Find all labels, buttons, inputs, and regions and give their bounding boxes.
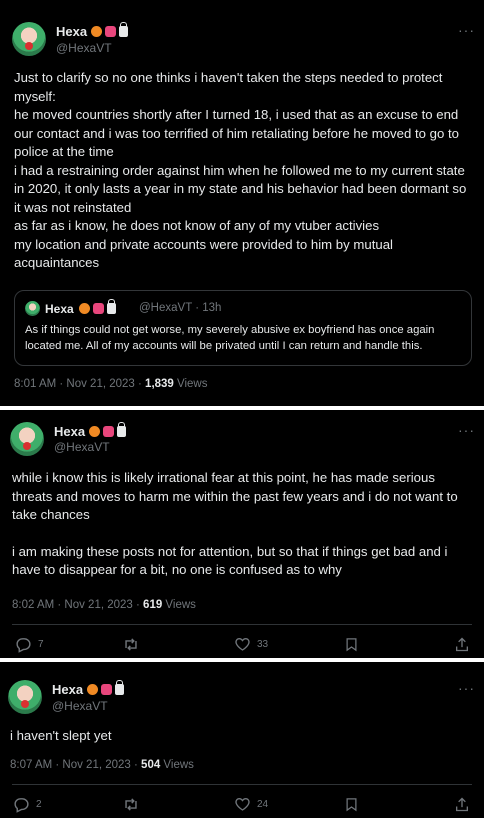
action-bar: 7 33 (0, 636, 484, 656)
like-count: 33 (257, 638, 269, 650)
lollipop-badge-icon (89, 425, 100, 437)
like-count: 24 (257, 798, 269, 810)
lollipop-badge-icon (91, 25, 102, 37)
tweet-line: as far as i know, he does not know of an… (14, 218, 380, 233)
retweet-icon (125, 638, 137, 651)
share-button[interactable] (454, 796, 470, 813)
views-label: Views (173, 378, 208, 390)
lock-icon (115, 679, 124, 695)
more-options-icon[interactable]: ··· (458, 422, 475, 438)
share-button[interactable] (454, 636, 470, 653)
lock-icon (117, 421, 126, 437)
lollipop-badge-icon (79, 303, 90, 314)
divider (12, 624, 472, 625)
tweet-text: Just to clarify so no one thinks i haven… (14, 69, 476, 273)
view-count: 1,839 (145, 378, 174, 390)
reply-button[interactable]: 7 (15, 636, 44, 653)
views-label: Views (160, 759, 194, 771)
tweet-line: my location and private accounts were pr… (14, 236, 393, 271)
lock-icon (119, 21, 128, 37)
author-name[interactable]: Hexa (56, 24, 87, 39)
lollipop-badge-icon (87, 683, 98, 695)
quoted-author-name: Hexa (45, 302, 74, 316)
tweet-line: he moved countries shortly after I turne… (14, 107, 459, 159)
bookmark-icon (346, 638, 357, 652)
profile-badges (87, 679, 124, 695)
action-bar: 2 24 (0, 796, 484, 816)
tweet-line: i had a restraining order against him wh… (14, 162, 467, 215)
like-button[interactable]: 33 (234, 636, 268, 652)
quoted-tweet[interactable]: Hexa @HexaVT · 13h As if things could no… (14, 290, 472, 366)
view-count: 504 (141, 759, 161, 771)
tweet-card[interactable]: Hexa @HexaVT ··· i haven't slept yet 8:0… (0, 662, 484, 818)
bookmark-button[interactable] (344, 796, 359, 813)
reply-button[interactable]: 2 (13, 796, 42, 813)
tweet-meta: 8:07 AM · Nov 21, 2023 · 504 Views (10, 759, 194, 771)
view-count: 619 (143, 599, 163, 611)
reply-icon (16, 638, 31, 653)
share-icon (456, 637, 468, 652)
quoted-avatar (25, 301, 40, 316)
like-button[interactable]: 24 (234, 796, 268, 812)
retweet-icon (125, 798, 137, 811)
retweet-button[interactable] (122, 636, 140, 653)
author-handle[interactable]: @HexaVT (56, 41, 112, 55)
share-icon (456, 797, 468, 812)
quoted-text: As if things could not get worse, my sev… (25, 324, 435, 352)
reply-count: 7 (38, 639, 44, 650)
tweet-text: i haven't slept yet (10, 727, 472, 746)
reply-icon (14, 798, 29, 813)
candy-badge-icon (101, 683, 112, 695)
profile-badges (89, 421, 126, 437)
bookmark-button[interactable] (344, 636, 359, 653)
more-options-icon[interactable]: ··· (458, 22, 475, 38)
heart-icon (235, 797, 250, 811)
timestamp[interactable]: 8:02 AM · Nov 21, 2023 · (12, 599, 143, 611)
quoted-handle-time: @HexaVT · 13h (139, 302, 222, 314)
more-options-icon[interactable]: ··· (458, 680, 475, 696)
tweet-card[interactable]: Hexa @HexaVT ··· Just to clarify so no o… (0, 0, 484, 406)
divider (12, 784, 472, 785)
tweet-paragraph: i am making these posts not for attentio… (12, 543, 448, 578)
lock-icon (107, 299, 116, 314)
tweet-meta: 8:02 AM · Nov 21, 2023 · 619 Views (12, 599, 196, 611)
tweet-card[interactable]: Hexa @HexaVT ··· while i know this is li… (0, 410, 484, 658)
author-handle[interactable]: @HexaVT (54, 440, 110, 454)
candy-badge-icon (93, 303, 104, 314)
tweet-paragraph: while i know this is likely irrational f… (12, 470, 458, 522)
tweet-line: Just to clarify so no one thinks i haven… (14, 70, 443, 104)
author-handle[interactable]: @HexaVT (52, 699, 108, 713)
timestamp[interactable]: 8:01 AM · Nov 21, 2023 · (14, 378, 145, 390)
views-label: Views (162, 599, 196, 611)
timestamp[interactable]: 8:07 AM · Nov 21, 2023 · (10, 759, 141, 771)
tweet-meta: 8:01 AM · Nov 21, 2023 · 1,839 Views (14, 378, 208, 390)
heart-icon (235, 637, 250, 651)
retweet-button[interactable] (122, 796, 140, 813)
avatar[interactable] (8, 680, 42, 714)
tweet-text: while i know this is likely irrational f… (12, 469, 474, 580)
candy-badge-icon (105, 25, 116, 37)
bookmark-icon (346, 798, 357, 812)
tweet-line: i haven't slept yet (10, 728, 112, 743)
avatar[interactable] (10, 422, 44, 456)
avatar[interactable] (12, 22, 46, 56)
candy-badge-icon (103, 425, 114, 437)
author-name[interactable]: Hexa (54, 424, 85, 439)
author-name[interactable]: Hexa (52, 682, 83, 697)
profile-badges (91, 21, 128, 37)
quoted-badges (79, 299, 116, 314)
reply-count: 2 (36, 799, 42, 810)
